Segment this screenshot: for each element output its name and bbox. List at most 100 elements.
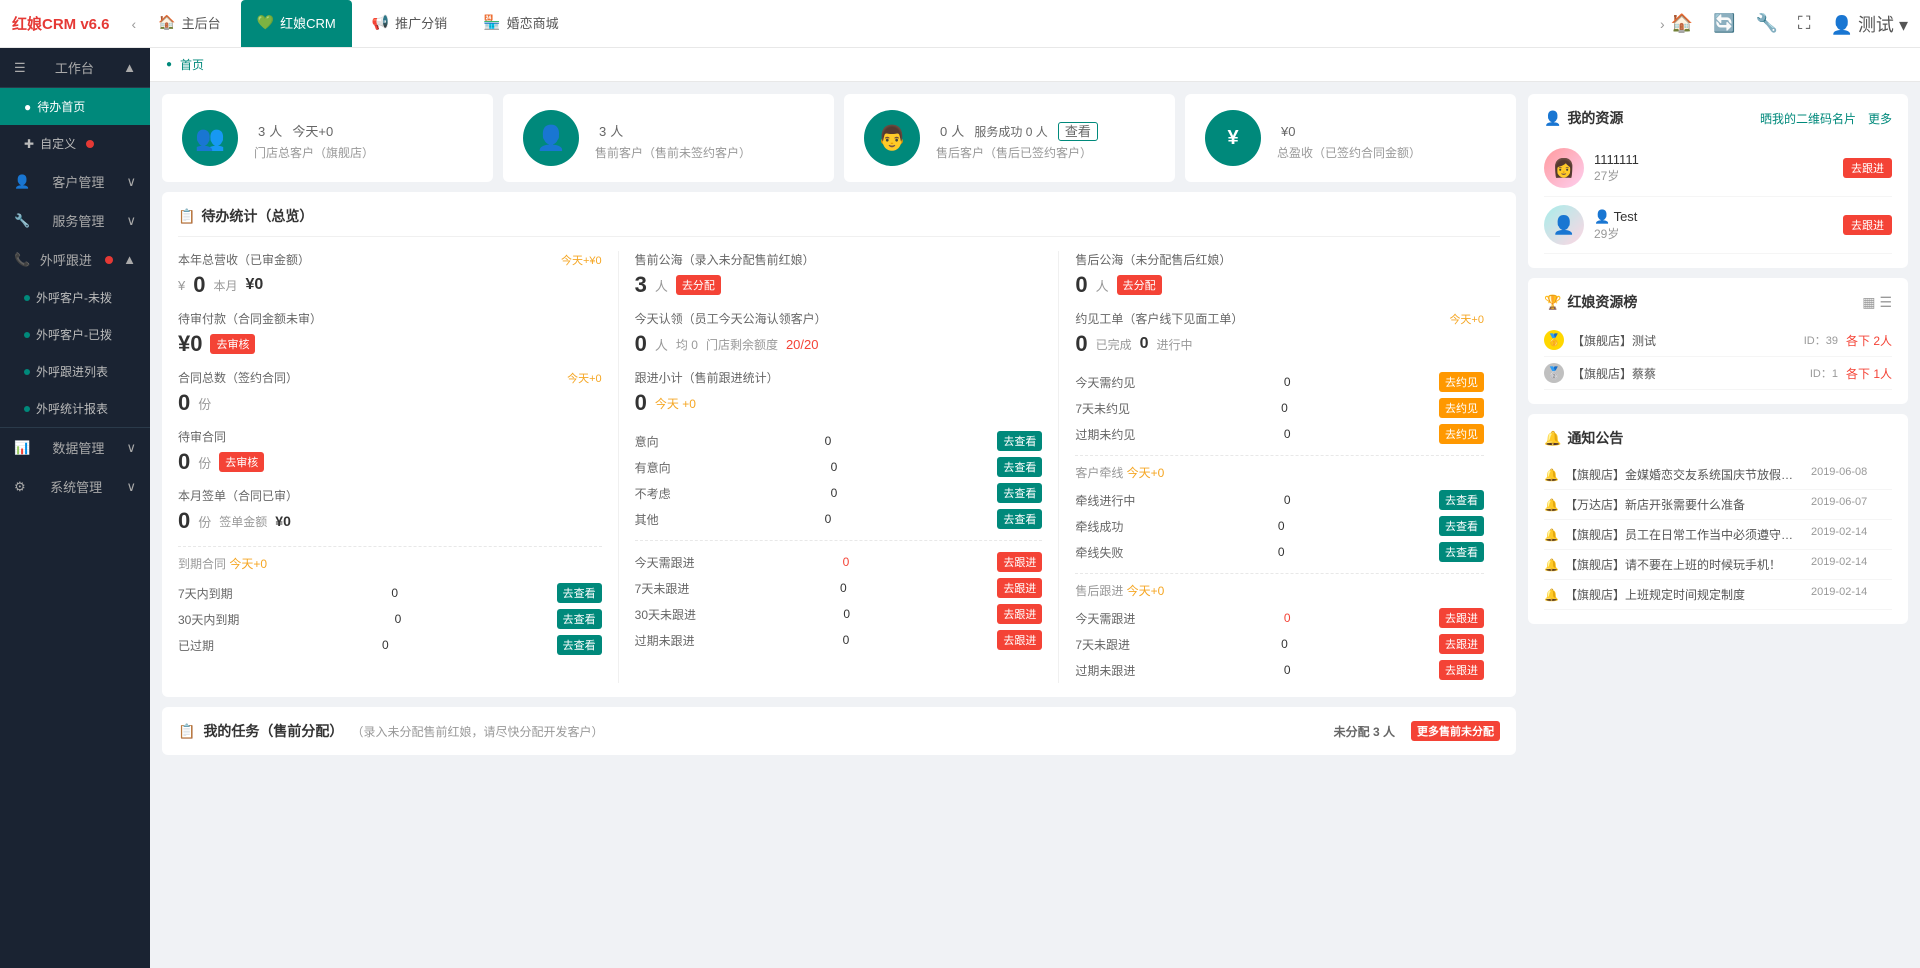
aftersale-7-row: 7天未跟进 0 去跟进 <box>1075 631 1484 657</box>
top-tabs: 🏠 主后台 💚 红娘CRM 📢 推广分销 🏪 婚恋商城 <box>142 0 574 47</box>
notice-text-1[interactable]: 【万达店】新店开张需要什么准备 <box>1565 496 1805 513</box>
rank-score-1: 各下 1人 <box>1846 365 1892 382</box>
monthly-signed-label: 本月签单（合同已审） <box>178 487 602 504</box>
home-icon[interactable]: 🏠 <box>1671 13 1693 34</box>
rank-id-1: ID：1 <box>1810 365 1838 381</box>
check-service-btn[interactable]: 查看 <box>1058 122 1098 141</box>
stats-row: 👥 3人 今天+0 门店总客户（旗舰店） 👤 <box>162 94 1516 182</box>
line-progress-btn[interactable]: 去查看 <box>1439 490 1484 510</box>
intention-0-btn[interactable]: 去查看 <box>997 431 1042 451</box>
line-fail-btn[interactable]: 去查看 <box>1439 542 1484 562</box>
expire-7-btn[interactable]: 去查看 <box>557 583 602 603</box>
sidebar-item-home[interactable]: ● 待办首页 <box>0 88 150 125</box>
rank-score-0: 各下 2人 <box>1846 332 1892 349</box>
pending-contract-values: 0 份 去审核 <box>178 449 602 475</box>
expire-30-btn[interactable]: 去查看 <box>557 609 602 629</box>
stat-card-customers: 👥 3人 今天+0 门店总客户（旗舰店） <box>162 94 493 182</box>
tab-crm[interactable]: 💚 红娘CRM <box>241 0 352 47</box>
notice-text-2[interactable]: 【旗舰店】员工在日常工作当中必须遵守的行为... <box>1565 526 1805 543</box>
sidebar-item-call-stats[interactable]: 外呼统计报表 <box>0 390 150 427</box>
user-avatar: 👤 <box>1831 15 1853 35</box>
follow-7-btn[interactable]: 去跟进 <box>997 578 1042 598</box>
follow-expired-btn[interactable]: 去跟进 <box>997 630 1042 650</box>
notice-text-3[interactable]: 【旗舰店】请不要在上班的时候玩手机！ <box>1565 556 1805 573</box>
aftersale-follow-note: 售后跟进 今天+0 <box>1075 582 1484 599</box>
line-fail-row: 牵线失败 0 去查看 <box>1075 539 1484 565</box>
assign-presale-btn[interactable]: 去分配 <box>676 275 721 295</box>
follow-30-row: 30天未跟进 0 去跟进 <box>635 601 1043 627</box>
notice-date-0: 2019-06-08 <box>1811 466 1867 478</box>
tab-scroll-left[interactable]: ‹ <box>126 16 143 32</box>
intention-1-btn[interactable]: 去查看 <box>997 457 1042 477</box>
sidebar-data-collapse: ∨ <box>126 440 136 456</box>
today-claim-label: 今天认领（员工今天公海认领客户） <box>635 310 1043 327</box>
sidebar-system-header[interactable]: ⚙ 系统管理 ∨ <box>0 467 150 506</box>
intention-2-btn[interactable]: 去查看 <box>997 483 1042 503</box>
expired-btn[interactable]: 去查看 <box>557 635 602 655</box>
aftersale-7-btn[interactable]: 去跟进 <box>1439 634 1484 654</box>
today-follow-btn[interactable]: 去跟进 <box>997 552 1042 572</box>
appt-7-btn[interactable]: 去约见 <box>1439 398 1484 418</box>
aftersale-expired-row: 过期未跟进 0 去跟进 <box>1075 657 1484 683</box>
sidebar-item-call-list[interactable]: 外呼跟进列表 <box>0 353 150 390</box>
rank-name-1: 【旗舰店】蔡蔡 <box>1572 365 1802 382</box>
pending-payment-item: 待审付款（合同金额未审） ¥0 去审核 <box>178 310 602 357</box>
audit-payment-btn[interactable]: 去审核 <box>210 334 255 354</box>
my-qrcode-link[interactable]: 晒我的二维码名片 <box>1760 110 1856 127</box>
today-follow-row: 今天需跟进 0 去跟进 <box>635 549 1043 575</box>
sidebar-item-call-called[interactable]: 外呼客户-已拨 <box>0 316 150 353</box>
ranking-grid-icon[interactable]: ▦ <box>1862 294 1875 311</box>
sidebar-call-uncalled-dot <box>24 295 30 301</box>
my-resources-title: 👤 我的资源 <box>1544 108 1623 128</box>
stat-value-revenue: ¥0 <box>1277 116 1421 142</box>
more-presale-btn[interactable]: 更多售前未分配 <box>1411 721 1500 741</box>
today-appt-btn[interactable]: 去约见 <box>1439 372 1484 392</box>
tab-marketing[interactable]: 📢 推广分销 <box>356 0 463 47</box>
aftersale-sea-label: 售后公海（未分配售后红娘） <box>1075 251 1484 268</box>
resource-age-0: 27岁 <box>1594 167 1833 184</box>
appt-expired-btn[interactable]: 去约见 <box>1439 424 1484 444</box>
sidebar-data-header[interactable]: 📊 数据管理 ∨ <box>0 428 150 467</box>
stat-info-presales: 3人 售前客户（售前未签约客户） <box>595 116 751 161</box>
my-resources-more[interactable]: 更多 <box>1868 110 1892 127</box>
follow-7-row: 7天未跟进 0 去跟进 <box>635 575 1043 601</box>
intention-3-btn[interactable]: 去查看 <box>997 509 1042 529</box>
today-aftersale-btn[interactable]: 去跟进 <box>1439 608 1484 628</box>
sidebar-workbench-collapse[interactable]: ▲ <box>123 60 136 75</box>
rank-item-0: 🥇 【旗舰店】测试 ID：39 各下 2人 <box>1544 324 1892 357</box>
ranking-list-icon[interactable]: ☰ <box>1879 294 1892 311</box>
audit-contract-btn[interactable]: 去审核 <box>219 452 264 472</box>
todo-left-col: 本年总营收（已审金额） 今天+¥0 ¥ 0 本月 ¥0 <box>178 251 619 683</box>
sidebar-item-custom[interactable]: ✚ 自定义 <box>0 125 150 162</box>
sidebar-item-call-uncalled[interactable]: 外呼客户-未拨 <box>0 279 150 316</box>
line-success-btn[interactable]: 去查看 <box>1439 516 1484 536</box>
user-menu[interactable]: 👤 测试 ▾ <box>1831 11 1909 37</box>
sidebar-data-icon: 📊 <box>14 440 30 456</box>
notice-text-4[interactable]: 【旗舰店】上班规定时间规定制度 <box>1565 586 1805 603</box>
resource-follow-btn-0[interactable]: 去跟进 <box>1843 158 1892 178</box>
assign-aftersale-btn[interactable]: 去分配 <box>1117 275 1162 295</box>
sidebar-call-header[interactable]: 📞 外呼跟进 ▲ <box>0 240 150 279</box>
sidebar-call-section: 📞 外呼跟进 ▲ 外呼客户-未拨 外呼客户-已拨 外呼跟进列表 外呼统计报表 <box>0 240 150 428</box>
sidebar-customers-header[interactable]: 👤 客户管理 ∨ <box>0 162 150 201</box>
sidebar-workbench-label: 工作台 <box>55 58 94 77</box>
fullscreen-icon[interactable]: ⛶ <box>1798 13 1811 34</box>
sidebar-service-header[interactable]: 🔧 服务管理 ∨ <box>0 201 150 240</box>
tab-scroll-right[interactable]: › <box>1654 16 1671 32</box>
ranking-icon: 🏆 <box>1544 294 1561 311</box>
rank-medal-0: 🥇 <box>1544 330 1564 350</box>
notice-text-0[interactable]: 【旗舰店】金媒婚恋交友系统国庆节放假通知！ <box>1565 466 1805 483</box>
sidebar-workbench-header[interactable]: ☰ 工作台 ▲ <box>0 48 150 87</box>
tab-mall[interactable]: 🏪 婚恋商城 <box>467 0 574 47</box>
aftersale-follow-divider <box>1075 573 1484 574</box>
tab-main[interactable]: 🏠 主后台 <box>142 0 236 47</box>
aftersale-expired-btn[interactable]: 去跟进 <box>1439 660 1484 680</box>
username: 测试 <box>1858 15 1894 35</box>
my-resources-icon: 👤 <box>1544 110 1561 127</box>
monthly-signed-item: 本月签单（合同已审） 0 份 签单金额 ¥0 <box>178 487 602 534</box>
refresh-icon[interactable]: 🔄 <box>1713 13 1735 34</box>
follow-30-btn[interactable]: 去跟进 <box>997 604 1042 624</box>
settings-icon[interactable]: 🔧 <box>1755 13 1777 34</box>
stat-sub-revenue: 总盈收（已签约合同金额） <box>1277 144 1421 161</box>
resource-follow-btn-1[interactable]: 去跟进 <box>1843 215 1892 235</box>
